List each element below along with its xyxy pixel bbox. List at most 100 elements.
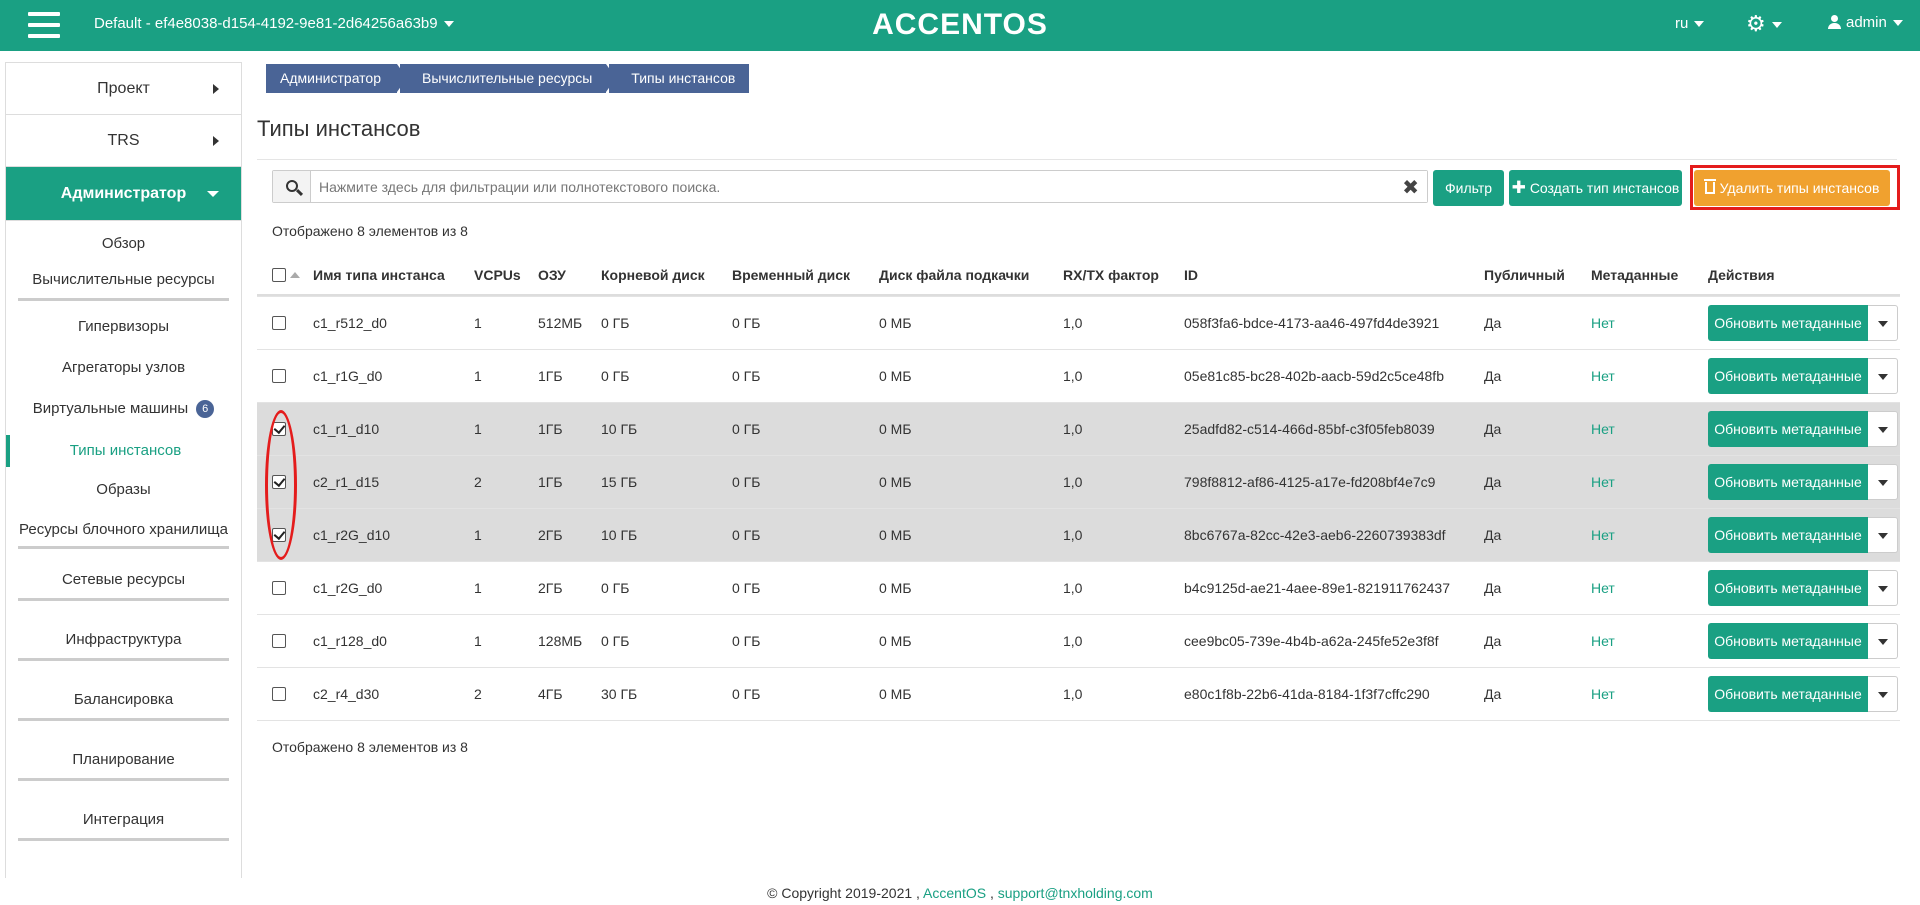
sidebar-item-flavors[interactable]: Типы инстансов xyxy=(6,435,241,467)
metadata-link[interactable]: Нет xyxy=(1591,668,1615,720)
row-checkbox[interactable] xyxy=(272,687,286,701)
actions-cell: Обновить метаданные xyxy=(1708,403,1898,455)
column-header[interactable]: Временный диск xyxy=(732,256,850,294)
actions-dropdown-toggle[interactable] xyxy=(1868,623,1898,659)
footer-copyright: © Copyright 2019-2021 , xyxy=(767,885,920,901)
metadata-link[interactable]: Нет xyxy=(1591,403,1615,455)
update-metadata-button[interactable]: Обновить метаданные xyxy=(1708,464,1868,500)
sidebar-item-integration[interactable]: Интеграция xyxy=(18,807,229,841)
search-icon[interactable] xyxy=(273,171,311,202)
cell-id: cee9bc05-739e-4b4b-a62a-245fe52e3f8f xyxy=(1184,633,1439,649)
user-menu[interactable]: admin xyxy=(1828,14,1903,31)
breadcrumb-admin[interactable]: Администратор xyxy=(266,64,408,93)
create-flavor-label: Создать тип инстансов xyxy=(1529,180,1680,196)
row-checkbox[interactable] xyxy=(272,316,286,330)
column-header[interactable]: RX/TX фактор xyxy=(1063,256,1159,294)
actions-dropdown-toggle[interactable] xyxy=(1868,358,1898,394)
footer-email-link[interactable]: support@tnxholding.com xyxy=(998,885,1153,901)
update-metadata-button[interactable]: Обновить метаданные xyxy=(1708,676,1868,712)
cell-eph: 0 ГБ xyxy=(732,580,761,596)
column-header[interactable]: ОЗУ xyxy=(538,256,566,294)
create-flavor-button[interactable]: ✚ Создать тип инстансов xyxy=(1509,170,1682,206)
cell-name: c1_r1G_d0 xyxy=(313,368,383,384)
column-header[interactable]: Публичный xyxy=(1484,256,1565,294)
cell-root: 10 ГБ xyxy=(601,527,638,543)
cell-vcpus: 2 xyxy=(474,474,482,490)
search-input[interactable] xyxy=(311,171,1427,202)
cell-vcpus: 1 xyxy=(474,633,482,649)
actions-dropdown-toggle[interactable] xyxy=(1868,517,1898,553)
row-checkbox[interactable] xyxy=(272,475,286,489)
hamburger-menu-icon[interactable] xyxy=(28,12,60,38)
cell-name: c1_r512_d0 xyxy=(313,315,387,331)
metadata-link[interactable]: Нет xyxy=(1591,456,1615,508)
sidebar-item-images[interactable]: Образы xyxy=(6,477,241,503)
sidebar-item-aggregates[interactable]: Агрегаторы узлов xyxy=(6,355,241,381)
update-metadata-button[interactable]: Обновить метаданные xyxy=(1708,623,1868,659)
items-count-top: Отображено 8 элементов из 8 xyxy=(272,223,468,239)
metadata-link[interactable]: Нет xyxy=(1591,615,1615,667)
breadcrumb-compute[interactable]: Вычислительные ресурсы xyxy=(400,64,617,93)
update-metadata-button[interactable]: Обновить метаданные xyxy=(1708,517,1868,553)
sidebar-item-overview[interactable]: Обзор xyxy=(6,231,241,257)
column-header[interactable]: Имя типа инстанса xyxy=(313,256,445,294)
row-checkbox[interactable] xyxy=(272,528,286,542)
sidebar-item-trs[interactable]: TRS xyxy=(6,115,241,167)
actions-dropdown-toggle[interactable] xyxy=(1868,411,1898,447)
update-metadata-button[interactable]: Обновить метаданные xyxy=(1708,305,1868,341)
sidebar-item-compute[interactable]: Вычислительные ресурсы xyxy=(18,267,229,301)
sidebar-item-hypervisors[interactable]: Гипервизоры xyxy=(6,314,241,340)
sidebar-item-admin[interactable]: Администратор xyxy=(6,167,241,221)
actions-group: Обновить метаданные xyxy=(1708,358,1898,394)
sidebar-item-planning[interactable]: Планирование xyxy=(18,747,229,781)
metadata-link[interactable]: Нет xyxy=(1591,562,1615,614)
sidebar-item-network[interactable]: Сетевые ресурсы xyxy=(18,567,229,601)
breadcrumb: Администратор Вычислительные ресурсы Тип… xyxy=(266,64,752,93)
metadata-link[interactable]: Нет xyxy=(1591,509,1615,561)
column-header[interactable]: Корневой диск xyxy=(601,256,705,294)
clear-icon[interactable]: ✖ xyxy=(1402,175,1419,200)
settings-menu[interactable]: ⚙ xyxy=(1746,11,1782,37)
actions-dropdown-toggle[interactable] xyxy=(1868,570,1898,606)
select-all-checkbox[interactable] xyxy=(272,268,286,282)
row-checkbox[interactable] xyxy=(272,581,286,595)
row-checkbox[interactable] xyxy=(272,634,286,648)
metadata-link[interactable]: Нет xyxy=(1591,350,1615,402)
sidebar-item-vms[interactable]: Виртуальные машины 6 xyxy=(6,396,241,422)
footer-brand-link[interactable]: AccentOS xyxy=(923,885,986,901)
project-selector[interactable]: Default - ef4e8038-d154-4192-9e81-2d6425… xyxy=(94,15,454,32)
column-header[interactable]: Метаданные xyxy=(1591,256,1678,294)
row-checkbox[interactable] xyxy=(272,369,286,383)
sidebar-item-block-storage[interactable]: Ресурсы блочного хранилища xyxy=(18,517,229,549)
row-checkbox[interactable] xyxy=(272,422,286,436)
cell-public: Да xyxy=(1484,633,1502,649)
metadata-link[interactable]: Нет xyxy=(1591,297,1615,349)
delete-flavors-button[interactable]: Удалить типы инстансов xyxy=(1694,170,1890,206)
user-name: admin xyxy=(1846,14,1887,31)
cell-public: Да xyxy=(1484,580,1502,596)
cell-name: c2_r4_d30 xyxy=(313,686,380,702)
column-header[interactable]: ID xyxy=(1184,256,1198,294)
update-metadata-button[interactable]: Обновить метаданные xyxy=(1708,358,1868,394)
language-label: ru xyxy=(1675,15,1689,32)
update-metadata-button[interactable]: Обновить метаданные xyxy=(1708,570,1868,606)
sidebar-item-infrastructure[interactable]: Инфраструктура xyxy=(18,627,229,661)
update-metadata-button[interactable]: Обновить метаданные xyxy=(1708,411,1868,447)
actions-dropdown-toggle[interactable] xyxy=(1868,676,1898,712)
actions-cell: Обновить метаданные xyxy=(1708,350,1898,402)
chevron-down-icon xyxy=(1892,20,1903,27)
cell-ram: 2ГБ xyxy=(538,580,563,596)
sidebar-item-balancing[interactable]: Балансировка xyxy=(18,687,229,721)
sidebar-item-project[interactable]: Проект xyxy=(6,63,241,115)
column-header[interactable]: Диск файла подкачки xyxy=(879,256,1029,294)
table-row: c1_r1G_d0 1 1ГБ 0 ГБ 0 ГБ 0 МБ 1,0 05e81c85-bc2… xyxy=(257,349,1900,402)
breadcrumb-flavors[interactable]: Типы инстансов xyxy=(609,64,750,93)
sort-icon[interactable] xyxy=(290,272,300,278)
actions-dropdown-toggle[interactable] xyxy=(1868,464,1898,500)
language-selector[interactable]: ru xyxy=(1675,15,1705,32)
actions-dropdown-toggle[interactable] xyxy=(1868,305,1898,341)
cell-swap: 0 МБ xyxy=(879,474,912,490)
column-header[interactable]: VCPUs xyxy=(474,256,521,294)
filter-button[interactable]: Фильтр xyxy=(1433,170,1504,206)
column-header[interactable]: Действия xyxy=(1708,256,1775,294)
